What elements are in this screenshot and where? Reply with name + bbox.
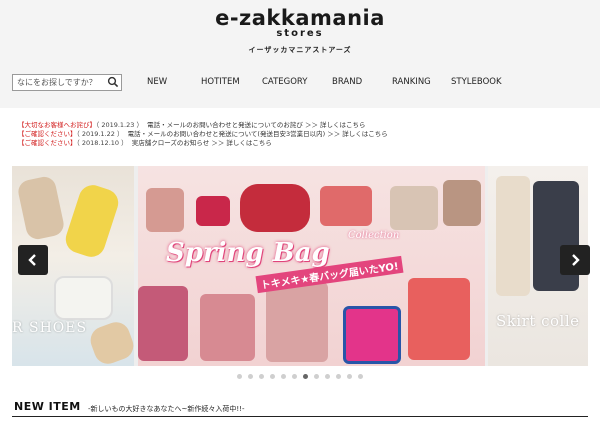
bag-image [200, 294, 255, 361]
shoe-image [62, 181, 122, 261]
slider-dot[interactable] [292, 374, 297, 379]
slide-caption-skirt: Skirt colle [496, 312, 580, 330]
chevron-right-icon [572, 254, 580, 266]
notice-item[interactable]: 【ご確認ください】（ 2018.12.10 ） 実店舗クローズのお知らせ ＞＞ … [18, 139, 388, 148]
section-subtitle-new-item: -新しいもの大好きなあなたへ~新作続々入荷中!!- [88, 405, 245, 413]
section-title-new-item: NEW ITEM [14, 400, 81, 413]
skirt-image [496, 176, 530, 296]
shoe-image [86, 318, 134, 366]
site-logo-sub: stores [276, 28, 324, 39]
slider-dot[interactable] [281, 374, 286, 379]
slider-dot[interactable] [259, 374, 264, 379]
slider-dot[interactable] [237, 374, 242, 379]
slider-dot[interactable] [336, 374, 341, 379]
banner-title: Spring Bag [166, 238, 330, 268]
shoe-image [54, 276, 113, 320]
slider-dot[interactable] [358, 374, 363, 379]
notice-item[interactable]: 【大切なお客様へお詫び】（ 2019.1.23 ） 電話・メールのお問い合わせと… [18, 121, 388, 130]
nav-stylebook[interactable]: STYLEBOOK [451, 77, 502, 87]
slider-prev-button[interactable] [18, 245, 48, 275]
bag-image [138, 286, 188, 361]
slider-dot[interactable] [314, 374, 319, 379]
section-divider [12, 416, 588, 417]
bag-image [443, 180, 481, 226]
slide-caption-shoes: R SHOES [12, 320, 88, 336]
site-header: e-zakkamania stores イーザッカマニアストアーズ なにをお探し… [0, 0, 600, 108]
nav-ranking[interactable]: RANKING [392, 77, 431, 87]
slider-dot[interactable] [270, 374, 275, 379]
bag-image [390, 186, 438, 230]
bag-image [320, 186, 372, 226]
slider-next-button[interactable] [560, 245, 590, 275]
bag-image [343, 306, 401, 364]
search-box[interactable]: なにをお探しですか？ [12, 74, 122, 91]
slider-dot[interactable] [248, 374, 253, 379]
nav-new[interactable]: NEW [147, 77, 167, 87]
bag-image [240, 184, 310, 232]
bag-image [266, 282, 328, 362]
slide-spring-bag[interactable]: Spring Bag Collection トキメキ★春バッグ届いたYO! [138, 166, 485, 366]
nav-category[interactable]: CATEGORY [262, 77, 307, 87]
shoe-image [16, 174, 66, 242]
notice-list: 【大切なお客様へお詫び】（ 2019.1.23 ） 電話・メールのお問い合わせと… [18, 121, 388, 149]
nav-hotitem[interactable]: HOTITEM [201, 77, 240, 87]
search-input[interactable]: なにをお探しですか？ [17, 77, 97, 88]
site-logo[interactable]: e-zakkamania [0, 6, 600, 30]
hero-slider[interactable]: R SHOES Spring Bag Collection トキメキ★春バッグ届… [12, 166, 588, 366]
chevron-left-icon [28, 254, 36, 266]
bag-image [196, 196, 230, 226]
slider-dot[interactable] [303, 374, 308, 379]
bag-image [146, 188, 184, 232]
nav-brand[interactable]: BRAND [332, 77, 362, 87]
site-logo-jp: イーザッカマニアストアーズ [248, 46, 352, 54]
banner-collection: Collection [348, 230, 400, 241]
slider-dots [0, 374, 600, 379]
slider-dot[interactable] [325, 374, 330, 379]
slider-dot[interactable] [347, 374, 352, 379]
search-icon[interactable] [107, 76, 119, 88]
bag-image [408, 278, 470, 360]
